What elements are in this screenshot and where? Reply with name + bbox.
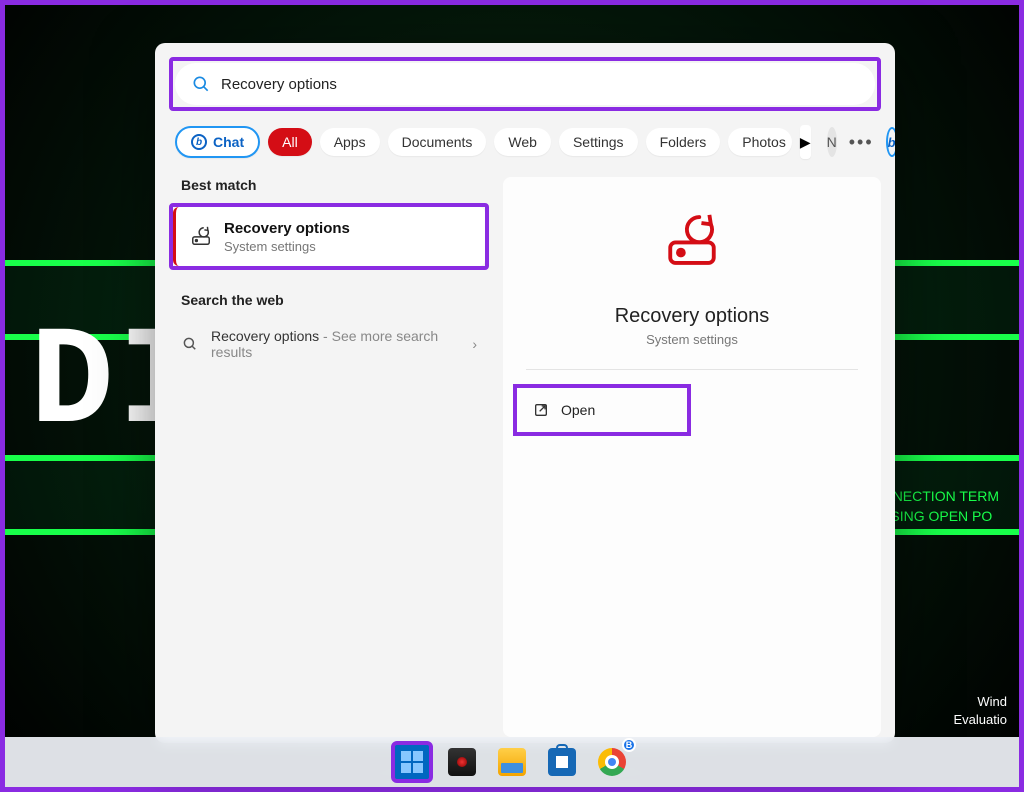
bing-icon: b [191, 134, 207, 150]
best-match-title: Recovery options [224, 219, 350, 239]
filter-more-button[interactable]: ▶ [800, 125, 811, 159]
taskbar-app-chrome[interactable]: B [591, 741, 633, 783]
filter-documents[interactable]: Documents [388, 128, 487, 156]
start-search-panel: bChat All Apps Documents Web Settings Fo… [155, 43, 895, 743]
recovery-large-icon [663, 211, 721, 269]
web-result[interactable]: Recovery options - See more search resul… [169, 318, 489, 370]
windows-logo-icon [401, 751, 423, 773]
best-match-result[interactable]: Recovery options System settings [173, 207, 485, 266]
start-button[interactable] [391, 741, 433, 783]
search-web-heading: Search the web [181, 292, 489, 308]
store-icon [548, 748, 576, 776]
camera-icon [448, 748, 476, 776]
taskbar-app-explorer[interactable] [491, 741, 533, 783]
best-match-subtitle: System settings [224, 239, 350, 254]
recovery-icon [190, 225, 212, 247]
chevron-right-icon: › [472, 336, 477, 352]
bing-button[interactable]: b [886, 127, 895, 157]
detail-pane: Recovery options System settings Open [503, 177, 881, 737]
filter-photos[interactable]: Photos [728, 128, 792, 156]
search-input[interactable] [221, 76, 859, 93]
search-box[interactable] [175, 63, 875, 105]
user-avatar[interactable]: N [827, 127, 837, 157]
search-filters: bChat All Apps Documents Web Settings Fo… [175, 125, 881, 159]
best-match-heading: Best match [181, 177, 489, 193]
open-external-icon [533, 402, 549, 418]
taskbar-app-store[interactable] [541, 741, 583, 783]
filter-all[interactable]: All [268, 128, 312, 156]
search-icon [181, 335, 199, 353]
detail-title: Recovery options [615, 305, 770, 328]
windows-watermark: Wind Evaluatio [954, 693, 1007, 729]
folder-icon [498, 748, 526, 776]
filter-settings[interactable]: Settings [559, 128, 638, 156]
chrome-icon [598, 748, 626, 776]
filter-web[interactable]: Web [494, 128, 551, 156]
overflow-menu-button[interactable]: ••• [845, 132, 878, 153]
chrome-badge: B [622, 738, 636, 752]
filter-chat[interactable]: bChat [175, 126, 260, 158]
filter-apps[interactable]: Apps [320, 128, 380, 156]
filter-folders[interactable]: Folders [646, 128, 721, 156]
open-label: Open [561, 402, 595, 418]
search-icon [191, 74, 211, 94]
web-result-text: Recovery options - See more search resul… [211, 328, 460, 360]
open-button[interactable]: Open [517, 388, 687, 432]
detail-subtitle: System settings [646, 332, 738, 347]
taskbar-app-camera[interactable] [441, 741, 483, 783]
taskbar: B [5, 737, 1019, 787]
